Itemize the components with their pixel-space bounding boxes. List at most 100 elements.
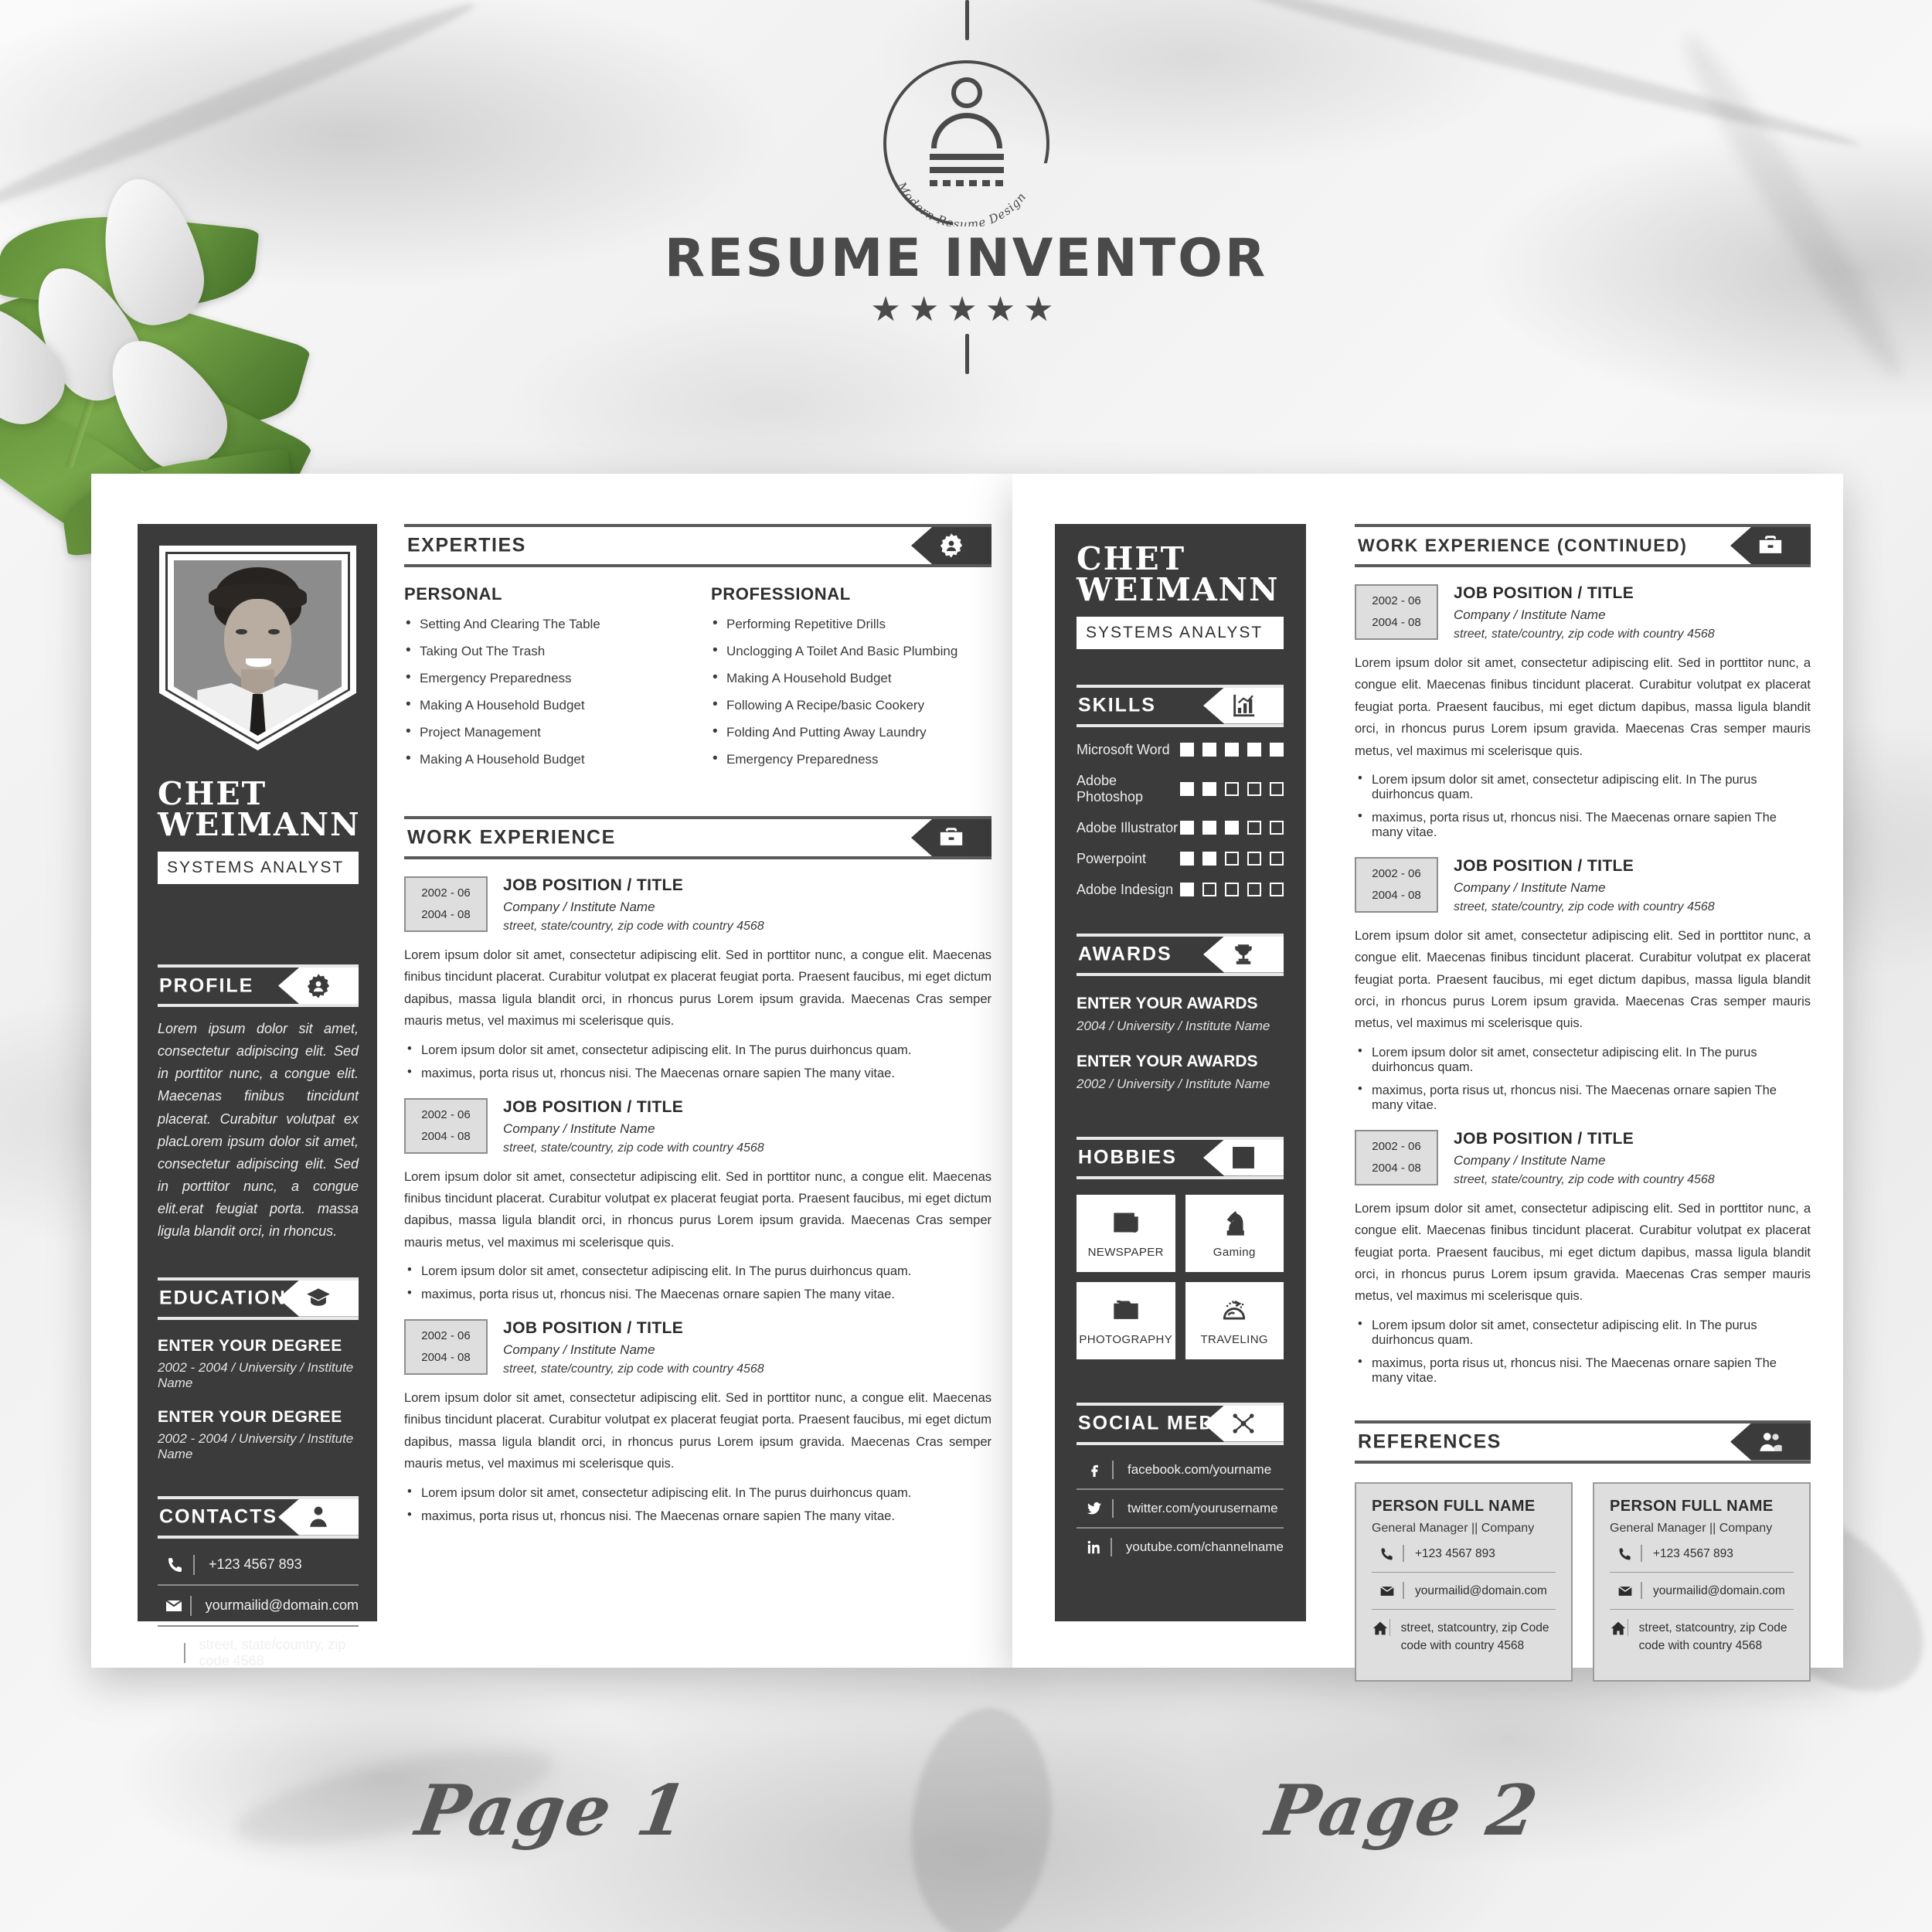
references-title: REFERENCES [1358, 1430, 1502, 1453]
reference-name: PERSON FULL NAME [1372, 1497, 1536, 1515]
reference-row-address[interactable]: street, statcountry, zip Code code with … [1372, 1610, 1556, 1665]
job-bullet: maximus, porta risus ut, rhoncus nisi. T… [404, 1065, 992, 1081]
social-list: facebook.com/yourname twitter.com/yourus… [1077, 1451, 1284, 1566]
reference-phone: +123 4567 893 [1653, 1546, 1733, 1560]
section-header-references: REFERENCES [1355, 1420, 1811, 1464]
job-description: Lorem ipsum dolor sit amet, consectetur … [404, 1391, 992, 1471]
job-date-from: 2002 - 06 [421, 1107, 471, 1121]
reference-name: PERSON FULL NAME [1610, 1497, 1774, 1515]
reference-address: street, statcountry, zip Code code with … [1638, 1621, 1787, 1653]
hobby-label: NEWSPAPER [1087, 1245, 1164, 1259]
contact-row-address[interactable]: street, state/country, zip code 4568 [158, 1627, 359, 1679]
reference-row-address[interactable]: street, statcountry, zip Code code with … [1610, 1610, 1794, 1665]
social-row-linkedin[interactable]: youtube.com/channelname [1077, 1529, 1284, 1566]
social-facebook-value: facebook.com/yourname [1128, 1461, 1272, 1477]
page2-sidebar: CHET WEIMANN SYSTEMS ANALYST SKILLS Micr… [1055, 524, 1306, 1621]
reference-row-phone[interactable]: +123 4567 893 [1610, 1536, 1794, 1573]
social-row-facebook[interactable]: facebook.com/yourname [1077, 1451, 1284, 1490]
header-top-rule [965, 0, 969, 40]
reference-row-email[interactable]: yourmailid@domain.com [1610, 1573, 1794, 1611]
facebook-icon [1077, 1461, 1112, 1478]
contact-row-email[interactable]: yourmailid@domain.com [158, 1586, 359, 1627]
travel-plane-icon [1219, 1295, 1249, 1328]
puzzle-icon [1203, 1139, 1284, 1176]
reference-address: street, statcountry, zip Code code with … [1400, 1621, 1549, 1653]
job-date-box: 2002 - 06 2004 - 08 [1355, 584, 1438, 640]
skill-row: Adobe Photoshop [1077, 773, 1284, 805]
job-entry: 2002 - 06 2004 - 08 JOB POSITION / TITLE… [404, 1097, 992, 1303]
job-date-to: 2004 - 08 [421, 1351, 471, 1364]
skill-name: Adobe Indesign [1077, 881, 1174, 897]
section-header-education: EDUCATION [158, 1277, 359, 1320]
contact-row-phone[interactable]: +123 4567 893 [158, 1545, 359, 1586]
job-position: JOB POSITION / TITLE [1454, 584, 1634, 602]
resume-page-1: CHET WEIMANN SYSTEMS ANALYST PROFILE Lor… [91, 474, 1019, 1668]
skill-name: Microsoft Word [1077, 741, 1170, 757]
home-icon [158, 1644, 184, 1662]
profile-title: PROFILE [159, 975, 254, 996]
section-header-awards: AWARDS [1077, 933, 1284, 976]
first-name: CHET [158, 775, 267, 812]
education-item: ENTER YOUR DEGREE 2002 - 2004 / Universi… [158, 1337, 359, 1391]
award-item: ENTER YOUR AWARDS 2004 / University / In… [1077, 995, 1284, 1034]
job-date-box: 2002 - 06 2004 - 08 [404, 1319, 488, 1375]
job-description: Lorem ipsum dolor sit amet, consectetur … [1355, 1201, 1811, 1304]
reference-card: PERSON FULL NAME General Manager || Comp… [1355, 1481, 1573, 1682]
hobby-card-newspaper[interactable]: NEWSPAPER [1077, 1194, 1175, 1272]
skills-title: SKILLS [1078, 694, 1156, 716]
name-block: CHET WEIMANN SYSTEMS ANALYST [158, 775, 361, 884]
linkedin-icon [1077, 1539, 1111, 1556]
reference-row-email[interactable]: yourmailid@domain.com [1372, 1573, 1556, 1611]
skill-name: Powerpoint [1077, 850, 1147, 866]
reference-email: yourmailid@domain.com [1415, 1583, 1547, 1597]
hobby-card-gaming[interactable]: Gaming [1185, 1194, 1284, 1272]
work-experience-title: WORK EXPERIENCE [407, 826, 616, 849]
network-share-icon [1203, 1405, 1284, 1442]
section-header-hobbies: HOBBIES [1077, 1136, 1284, 1179]
section-header-profile: PROFILE [158, 964, 359, 1007]
award-item: ENTER YOUR AWARDS 2002 / University / In… [1077, 1053, 1284, 1092]
section-header-experties: EXPERTIES [404, 524, 992, 567]
hobby-card-traveling[interactable]: TRAVELING [1185, 1281, 1284, 1359]
job-bullet: Lorem ipsum dolor sit amet, consectetur … [1355, 771, 1811, 802]
job-address: street, state/country, zip code with cou… [503, 920, 764, 933]
contact-address-value: street, state/country, zip code 4568 [199, 1636, 346, 1668]
reference-row-phone[interactable]: +123 4567 893 [1372, 1536, 1556, 1573]
section-header-work-continued: WORK EXPERIENCE (CONTINUED) [1355, 524, 1811, 567]
job-position: JOB POSITION / TITLE [503, 876, 684, 894]
job-bullets: Lorem ipsum dolor sit amet, consectetur … [404, 1485, 992, 1524]
experties-item: Making A Household Budget [404, 750, 685, 767]
last-name: WEIMANN [158, 805, 361, 843]
header-bottom-rule [965, 334, 969, 374]
skill-rating [1180, 852, 1284, 866]
job-date-from: 2002 - 06 [1372, 867, 1421, 881]
job-date-box: 2002 - 06 2004 - 08 [1355, 856, 1438, 913]
job-bullets: Lorem ipsum dolor sit amet, consectetur … [1355, 1044, 1811, 1113]
job-bullet: Lorem ipsum dolor sit amet, consectetur … [404, 1042, 992, 1058]
skill-row: Adobe Indesign [1077, 882, 1284, 898]
experties-item: Emergency Preparedness [404, 669, 685, 686]
job-date-from: 2002 - 06 [421, 1329, 471, 1343]
degree-detail: 2002 - 2004 / University / Institute Nam… [158, 1359, 354, 1390]
social-row-twitter[interactable]: twitter.com/yourusername [1077, 1490, 1284, 1529]
home-icon [1372, 1619, 1389, 1636]
page-2-label: Page 2 [1260, 1770, 1545, 1852]
job-date-to: 2004 - 08 [421, 1129, 471, 1143]
section-header-work-experience: WORK EXPERIENCE [404, 816, 992, 859]
resume-page-2: CHET WEIMANN SYSTEMS ANALYST SKILLS Micr… [1012, 474, 1843, 1682]
envelope-icon [158, 1597, 190, 1615]
experties-item: Making A Household Budget [711, 669, 992, 686]
award-detail: 2002 / University / Institute Name [1077, 1076, 1270, 1091]
skills-list: Microsoft Word Adobe Photoshop Adobe Ill… [1077, 742, 1284, 898]
hobby-card-photography[interactable]: PHOTOGRAPHY [1077, 1281, 1175, 1359]
work-continued-title: WORK EXPERIENCE (CONTINUED) [1358, 535, 1688, 556]
references-list: PERSON FULL NAME General Manager || Comp… [1355, 1481, 1811, 1682]
job-date-to: 2004 - 08 [421, 908, 471, 921]
skill-row: Adobe Illustrator [1077, 820, 1284, 836]
award-title: ENTER YOUR AWARDS [1077, 1052, 1258, 1070]
job-description: Lorem ipsum dolor sit amet, consectetur … [404, 1169, 992, 1250]
job-company: Company / Institute Name [503, 1121, 655, 1136]
section-header-skills: SKILLS [1077, 684, 1284, 727]
degree-title: ENTER YOUR DEGREE [158, 1336, 342, 1355]
section-header-contacts: CONTACTS [158, 1495, 359, 1539]
